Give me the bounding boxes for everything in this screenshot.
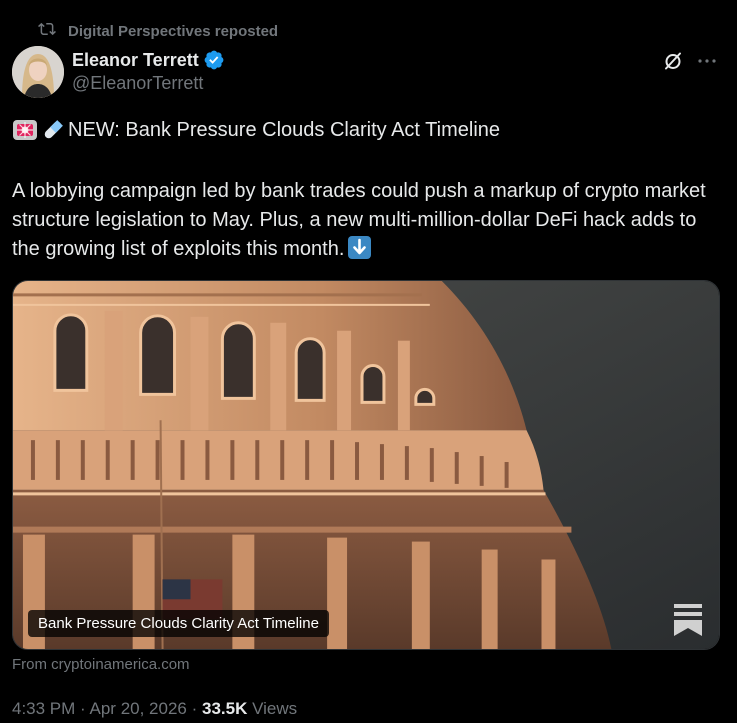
tweet-meta: 4:33 PM · Apr 20, 2026 · 33.5K Views [12,699,297,719]
bookmark-logo-icon [674,604,702,636]
pill-emoji-icon [40,117,66,143]
views-label: Views [252,699,298,718]
author-block: Eleanor Terrett @EleanorTerrett [72,48,225,94]
author-name[interactable]: Eleanor Terrett [72,50,199,71]
tweet-body: A lobbying campaign led by bank trades c… [12,177,722,264]
tweet-date[interactable]: Apr 20, 2026 [90,699,187,718]
verified-badge-icon[interactable] [203,49,225,71]
link-preview-card[interactable]: Bank Pressure Clouds Clarity Act Timelin… [12,280,720,650]
avatar[interactable] [12,46,64,98]
repost-icon [38,20,56,42]
repost-label: Digital Perspectives reposted [68,22,279,40]
down-arrow-emoji-icon [348,236,372,259]
meta-separator: · [80,699,86,718]
capitol-dome-photo [13,281,719,649]
views-count: 33.5K [202,699,248,718]
meta-separator: · [191,699,198,718]
tweet-time[interactable]: 4:33 PM [12,699,75,718]
siren-emoji-icon [12,117,38,143]
card-source[interactable]: From cryptoinamerica.com [12,656,190,673]
more-icon[interactable] [695,49,719,73]
repost-indicator[interactable]: Digital Perspectives reposted [38,21,278,41]
card-caption: Bank Pressure Clouds Clarity Act Timelin… [28,610,329,637]
author-handle[interactable]: @EleanorTerrett [72,73,225,94]
tweet-title: NEW: Bank Pressure Clouds Clarity Act Ti… [68,119,501,141]
tweet-title-line: NEW: Bank Pressure Clouds Clarity Act Ti… [12,117,500,143]
grok-icon[interactable] [661,49,685,73]
